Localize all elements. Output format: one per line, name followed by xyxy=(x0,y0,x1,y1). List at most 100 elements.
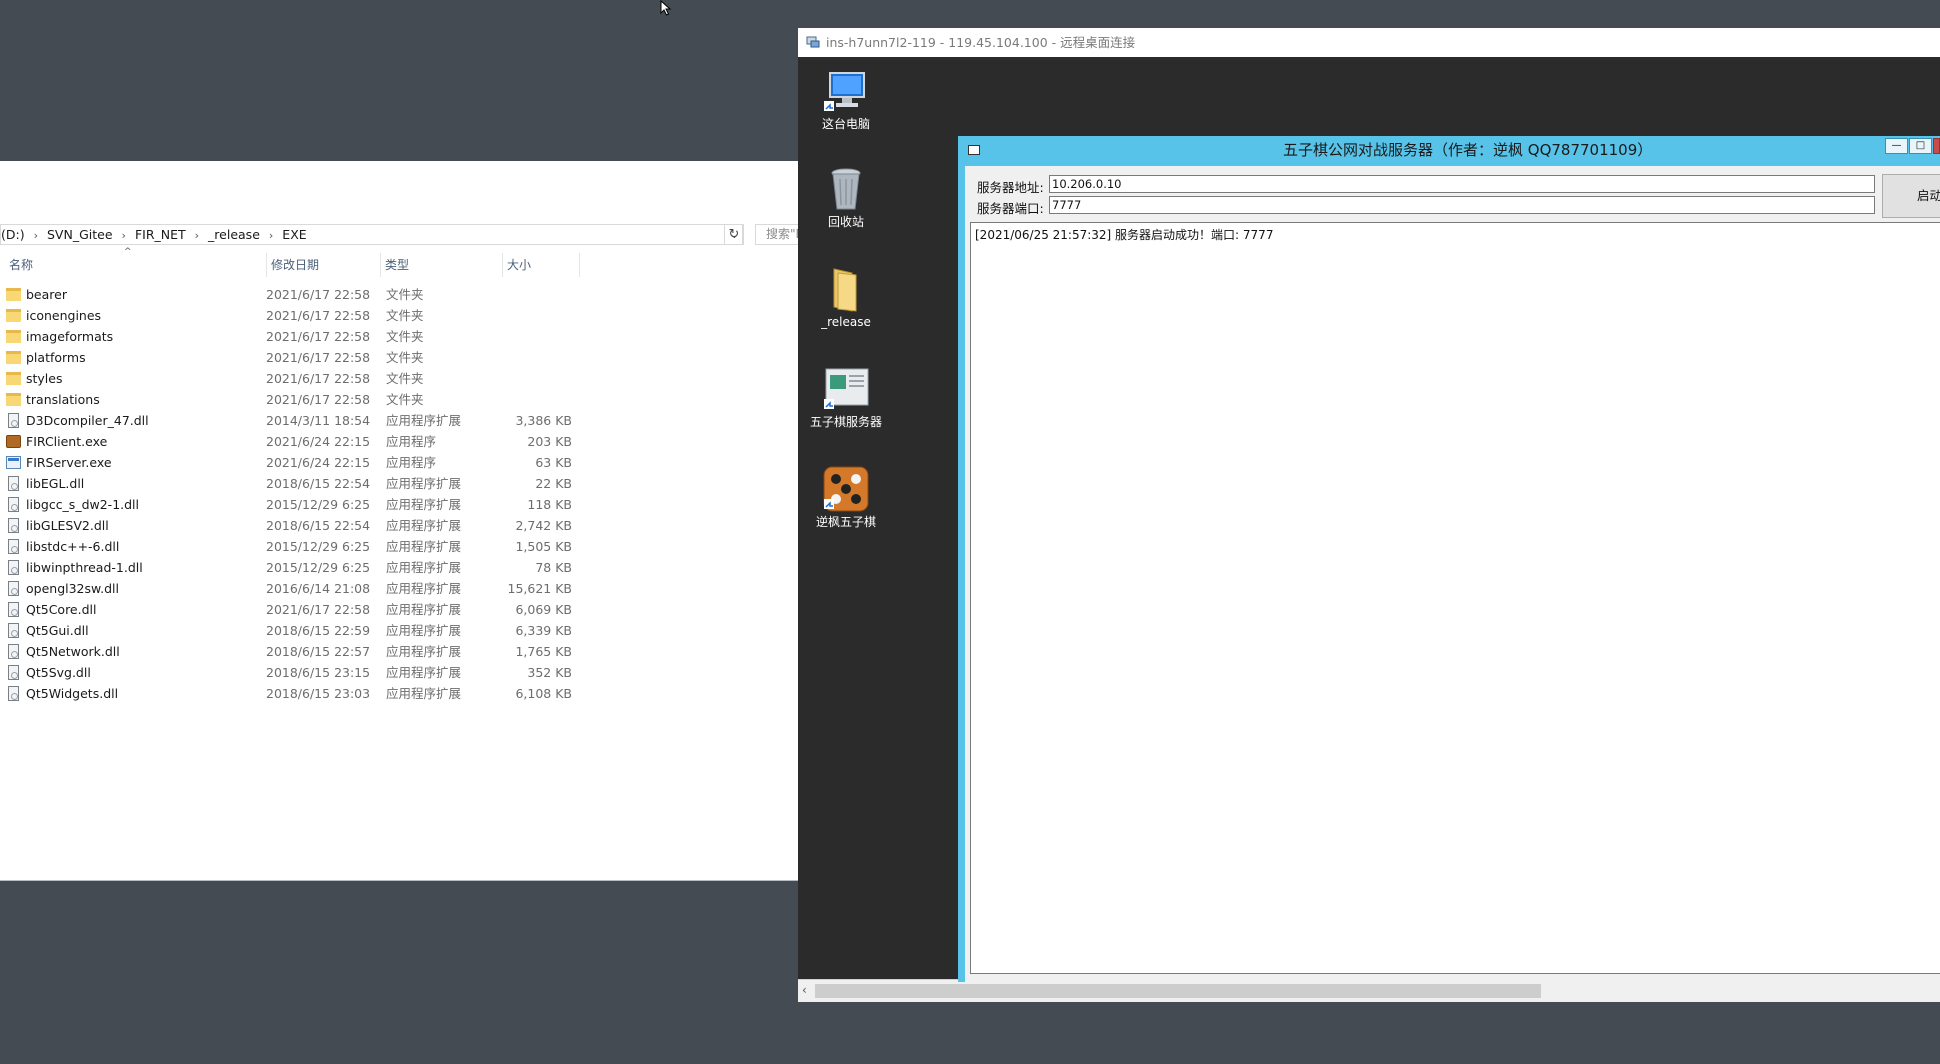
file-date: 2021/6/17 22:58 xyxy=(266,392,371,407)
file-size: 6,108 KB xyxy=(515,686,572,701)
file-row[interactable]: opengl32sw.dll 2016/6/14 21:08 应用程序扩展 15,62… xyxy=(0,578,600,599)
minimize-icon[interactable]: — xyxy=(1885,138,1908,154)
file-row[interactable]: libwinpthread-1.dll 2015/12/29 6:25 应用程序扩展… xyxy=(0,557,600,578)
column-header-type[interactable]: 类型 xyxy=(380,253,503,277)
file-type: 应用程序扩展 xyxy=(386,686,462,701)
file-row[interactable]: Qt5Network.dll 2018/6/15 22:57 应用程序扩展 1,765… xyxy=(0,641,600,662)
file-date: 2015/12/29 6:25 xyxy=(266,560,371,575)
file-type: 应用程序扩展 xyxy=(386,413,462,428)
file-type: 应用程序扩展 xyxy=(386,623,462,638)
gomoku-icon xyxy=(822,465,870,513)
file-row[interactable]: FIRServer.exe 2021/6/24 22:15 应用程序 63 KB xyxy=(0,452,600,473)
dll-file-icon xyxy=(8,623,19,638)
file-name: opengl32sw.dll xyxy=(26,581,119,596)
desktop-icon-label: 五子棋服务器 xyxy=(809,415,882,429)
gomoku-server-window: 五子棋公网对战服务器（作者：逆枫 QQ787701109） — □ 服务器地址:… xyxy=(958,136,1940,982)
dll-file-icon xyxy=(8,560,19,575)
computer-icon xyxy=(822,67,870,115)
start-button[interactable]: 启动 xyxy=(1882,174,1940,218)
file-date: 2015/12/29 6:25 xyxy=(266,497,371,512)
file-size: 1,765 KB xyxy=(515,644,572,659)
file-row[interactable]: platforms 2021/6/17 22:58 文件夹 xyxy=(0,347,600,368)
file-row[interactable]: Qt5Widgets.dll 2018/6/15 23:03 应用程序扩展 6,108… xyxy=(0,683,600,704)
file-type: 应用程序 xyxy=(386,455,437,470)
file-date: 2021/6/17 22:58 xyxy=(266,602,371,617)
desktop-icon-release-folder[interactable]: _release xyxy=(808,265,884,330)
server-log[interactable]: [2021/06/25 21:57:32] 服务器启动成功！端口: 7777 xyxy=(970,222,1940,974)
server-port-field[interactable]: 7777 xyxy=(1049,196,1875,214)
file-row[interactable]: libstdc++-6.dll 2015/12/29 6:25 应用程序扩展 1,50… xyxy=(0,536,600,557)
dll-file-icon xyxy=(8,476,19,491)
file-size: 63 KB xyxy=(535,455,572,470)
window-menu-icon[interactable] xyxy=(968,145,980,155)
file-row[interactable]: libgcc_s_dw2-1.dll 2015/12/29 6:25 应用程序扩展 1… xyxy=(0,494,600,515)
desktop-icon-gomoku-client[interactable]: 逆枫五子棋 xyxy=(808,465,884,530)
scroll-left-icon[interactable]: ‹ xyxy=(802,983,807,997)
breadcrumb-release[interactable]: _release xyxy=(208,225,260,244)
desktop-icon-label: 这台电脑 xyxy=(821,117,870,131)
file-row[interactable]: libEGL.dll 2018/6/15 22:54 应用程序扩展 22 KB xyxy=(0,473,600,494)
folder-icon xyxy=(6,288,21,301)
app-client-area: 服务器地址: 10.206.0.10 服务器端口: 7777 启动 [2021/… xyxy=(965,166,1940,982)
server-address-field[interactable]: 10.206.0.10 xyxy=(1049,175,1875,193)
file-name: FIRClient.exe xyxy=(26,434,108,449)
dll-file-icon xyxy=(8,602,19,617)
dll-file-icon xyxy=(8,518,19,533)
desktop-icon-label: 回收站 xyxy=(827,215,864,229)
address-bar[interactable]: (D:) › SVN_Gitee › FIR_NET › _release › EXE ⌄ xyxy=(0,224,743,245)
breadcrumb-drive[interactable]: (D:) xyxy=(1,225,25,244)
file-name: libGLESV2.dll xyxy=(26,518,109,533)
rdp-title-bar[interactable]: ins-h7unn7l2-119 - 119.45.104.100 - 远程桌面… xyxy=(798,28,1940,57)
close-icon[interactable] xyxy=(1933,138,1940,154)
column-header-size[interactable]: 大小 xyxy=(502,253,580,277)
search-input[interactable]: 搜索"E xyxy=(755,224,798,245)
dll-file-icon xyxy=(8,497,19,512)
file-name: Qt5Core.dll xyxy=(26,602,97,617)
file-type: 应用程序扩展 xyxy=(386,476,462,491)
file-date: 2018/6/15 23:03 xyxy=(266,686,371,701)
gomoku-exe-icon xyxy=(6,435,21,448)
desktop-icon-this-pc[interactable]: 这台电脑 xyxy=(808,67,884,132)
file-row[interactable]: bearer 2021/6/17 22:58 文件夹 xyxy=(0,284,600,305)
rdp-horizontal-scrollbar[interactable]: ‹ xyxy=(798,979,1940,1002)
breadcrumb-separator-icon: › xyxy=(33,229,38,242)
column-header-name[interactable]: 名称 xyxy=(5,253,260,277)
file-size: 15,621 KB xyxy=(507,581,572,596)
breadcrumb-svn-gitee[interactable]: SVN_Gitee xyxy=(47,225,113,244)
dll-file-icon xyxy=(8,665,19,680)
file-date: 2018/6/15 22:57 xyxy=(266,644,371,659)
file-name: Qt5Svg.dll xyxy=(26,665,91,680)
file-row[interactable]: translations 2021/6/17 22:58 文件夹 xyxy=(0,389,600,410)
file-date: 2015/12/29 6:25 xyxy=(266,539,371,554)
file-size: 6,069 KB xyxy=(515,602,572,617)
file-row[interactable]: Qt5Core.dll 2021/6/17 22:58 应用程序扩展 6,069 KB xyxy=(0,599,600,620)
file-size: 118 KB xyxy=(527,497,572,512)
column-header-date[interactable]: 修改日期 xyxy=(266,253,379,277)
maximize-icon[interactable]: □ xyxy=(1909,138,1932,154)
breadcrumb-fir-net[interactable]: FIR_NET xyxy=(135,225,186,244)
breadcrumb-exe[interactable]: EXE xyxy=(282,225,306,244)
file-row[interactable]: Qt5Gui.dll 2018/6/15 22:59 应用程序扩展 6,339 KB xyxy=(0,620,600,641)
file-date: 2021/6/17 22:58 xyxy=(266,371,371,386)
file-row[interactable]: libGLESV2.dll 2018/6/15 22:54 应用程序扩展 2,742 … xyxy=(0,515,600,536)
file-type: 应用程序 xyxy=(386,434,437,449)
file-size: 2,742 KB xyxy=(515,518,572,533)
desktop-icon-gomoku-server[interactable]: 五子棋服务器 xyxy=(808,365,884,430)
file-type: 应用程序扩展 xyxy=(386,644,462,659)
file-name: translations xyxy=(26,392,100,407)
file-row[interactable]: iconengines 2021/6/17 22:58 文件夹 xyxy=(0,305,600,326)
breadcrumb-separator-icon: › xyxy=(121,229,126,242)
file-row[interactable]: FIRClient.exe 2021/6/24 22:15 应用程序 203 KB xyxy=(0,431,600,452)
file-row[interactable]: Qt5Svg.dll 2018/6/15 23:15 应用程序扩展 352 KB xyxy=(0,662,600,683)
server-port-label: 服务器端口: xyxy=(977,201,1044,216)
app-title-bar[interactable]: 五子棋公网对战服务器（作者：逆枫 QQ787701109） — □ xyxy=(958,136,1940,165)
file-row[interactable]: imageformats 2021/6/17 22:58 文件夹 xyxy=(0,326,600,347)
refresh-icon[interactable]: ↻ xyxy=(724,224,744,245)
scrollbar-thumb[interactable] xyxy=(815,984,1541,998)
file-size: 352 KB xyxy=(527,665,572,680)
desktop-icon-recycle-bin[interactable]: 回收站 xyxy=(808,165,884,230)
file-row[interactable]: styles 2021/6/17 22:58 文件夹 xyxy=(0,368,600,389)
file-row[interactable]: D3Dcompiler_47.dll 2014/3/11 18:54 应用程序扩展 3… xyxy=(0,410,600,431)
file-name: iconengines xyxy=(26,308,102,323)
server-app-icon xyxy=(822,365,870,413)
